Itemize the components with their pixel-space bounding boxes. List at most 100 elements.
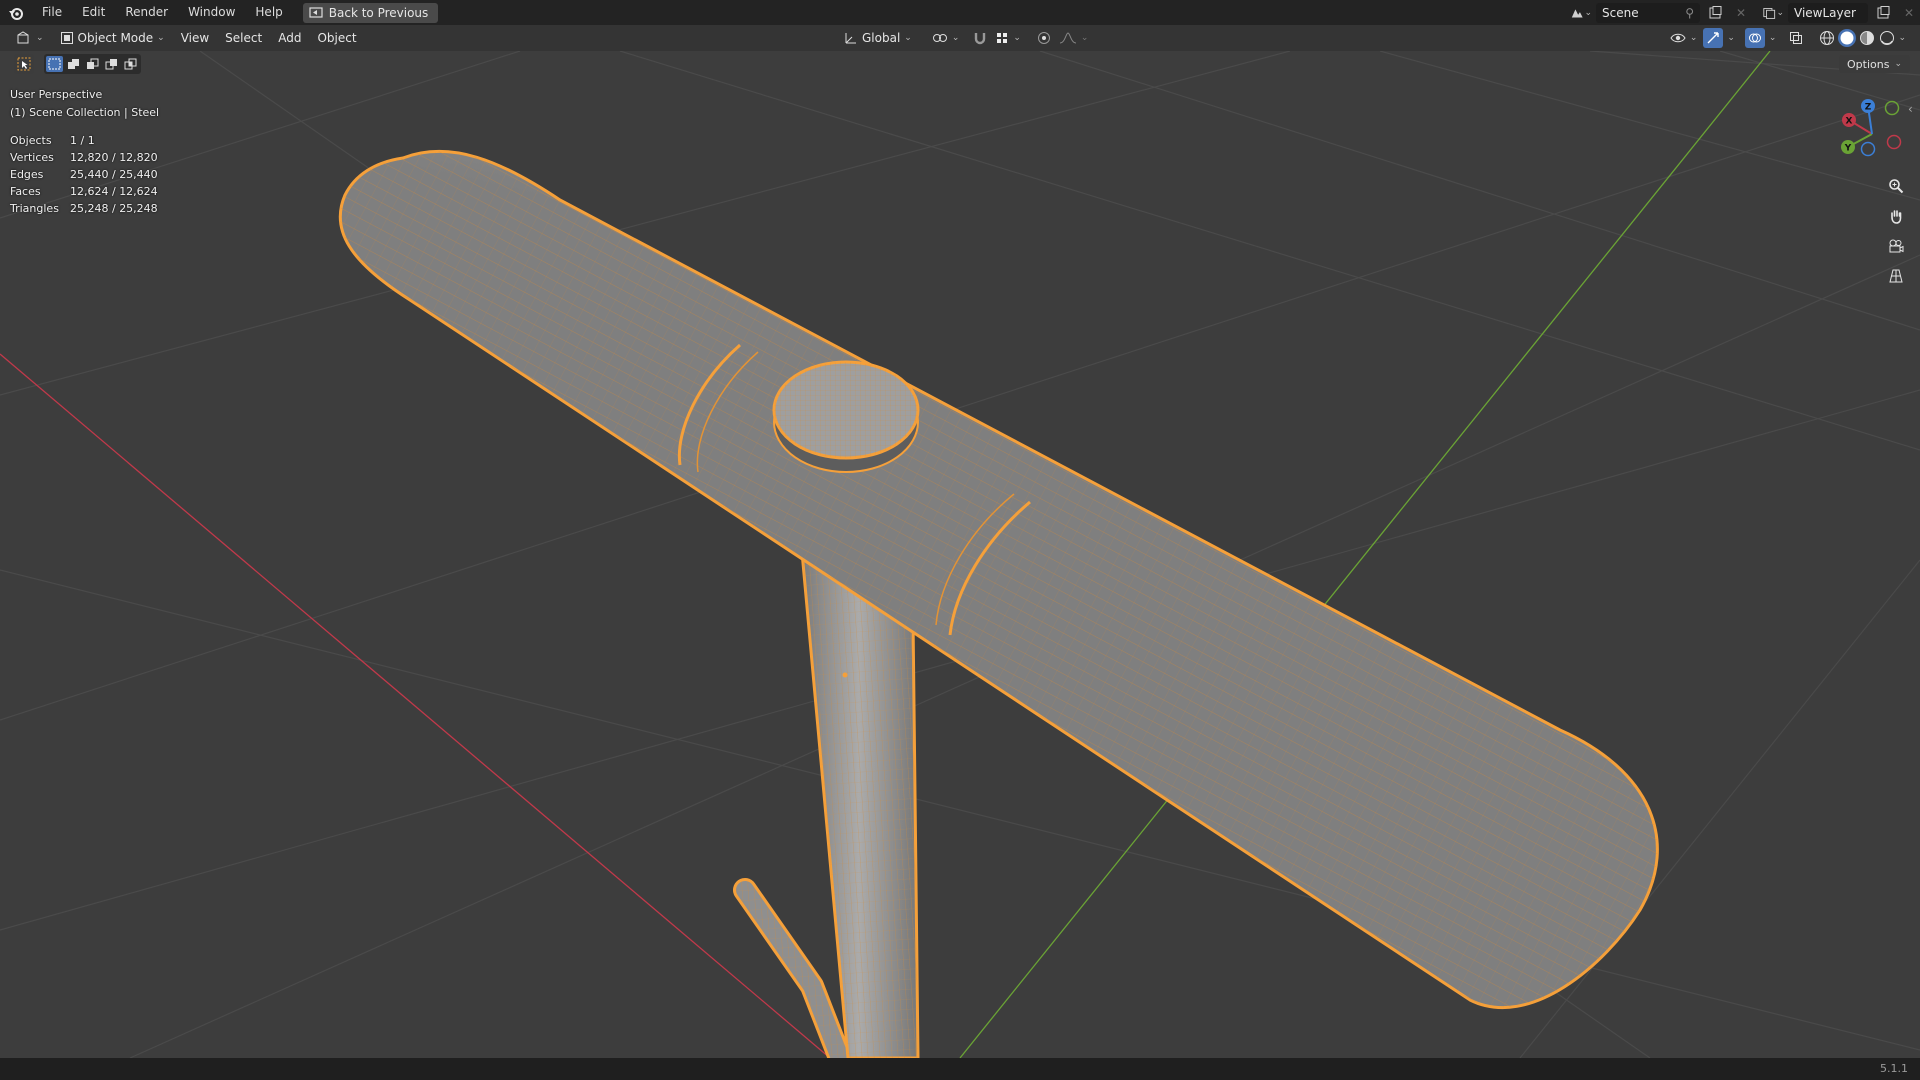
overlays-toggle[interactable] xyxy=(1744,28,1765,48)
tool-settings-row xyxy=(14,54,141,74)
viewport-3d[interactable] xyxy=(0,51,1920,1058)
gizmo-dropdown-chevron[interactable]: ⌄ xyxy=(1727,33,1735,43)
xray-toggle[interactable] xyxy=(1786,28,1806,48)
menu-file[interactable]: File xyxy=(32,0,72,25)
scene-name: Scene xyxy=(1602,5,1639,20)
magnet-icon xyxy=(975,33,986,45)
menu-edit[interactable]: Edit xyxy=(72,0,115,25)
visibility-dropdown[interactable]: ⌄ xyxy=(1668,28,1700,48)
viewport-header: ⌄ Object Mode ⌄ View Select Add Object G… xyxy=(0,25,1920,51)
options-dropdown[interactable]: Options ⌄ xyxy=(1839,55,1910,73)
select-intersect-icon[interactable] xyxy=(122,56,139,72)
menu-window[interactable]: Window xyxy=(178,0,245,25)
object-mode-dropdown[interactable]: Object Mode ⌄ xyxy=(52,28,173,48)
gizmo-y-label: Y xyxy=(1844,144,1852,154)
view-layer-selector[interactable]: ViewLayer xyxy=(1788,2,1868,23)
new-view-layer-icon[interactable] xyxy=(1872,3,1894,23)
stat-row: Edges 25,440 / 25,440 xyxy=(10,166,158,183)
snap-target-dropdown[interactable]: ⌄ xyxy=(993,28,1023,48)
blender-logo-icon[interactable] xyxy=(0,0,32,25)
neg-z-axis-handle[interactable] xyxy=(1860,141,1876,157)
stat-label: Objects xyxy=(10,134,52,147)
material-shading-icon[interactable] xyxy=(1858,29,1876,47)
xray-icon xyxy=(1790,32,1803,44)
remove-view-layer-icon[interactable]: ✕ xyxy=(1898,3,1920,23)
stat-row: Objects 1 / 1 xyxy=(10,132,158,149)
stat-label: Vertices xyxy=(10,151,54,164)
pan-hand-icon[interactable] xyxy=(1884,204,1908,228)
select-new-icon[interactable] xyxy=(46,56,63,72)
wireframe-shading-icon[interactable] xyxy=(1818,29,1836,47)
select-invert-icon[interactable] xyxy=(103,56,120,72)
transform-controls: Global ⌄ ⌄ ⌄ ⌄ xyxy=(836,28,1090,48)
back-button-label: Back to Previous xyxy=(328,5,429,20)
shading-mode-group: ⌄ xyxy=(1818,29,1906,47)
status-bar: 5.1.1 xyxy=(0,1058,1920,1080)
navigation-tools xyxy=(1884,174,1908,288)
menu-help[interactable]: Help xyxy=(245,0,292,25)
pivot-point-dropdown[interactable]: ⌄ xyxy=(924,28,968,48)
overlays-icon xyxy=(1748,33,1761,43)
falloff-curve-icon xyxy=(1059,32,1077,44)
gizmo-icon xyxy=(1707,32,1720,44)
stat-value: 12,820 / 12,820 xyxy=(70,151,158,164)
pin-icon[interactable]: ⚲ xyxy=(1685,3,1694,23)
gizmo-toggle[interactable] xyxy=(1703,28,1724,48)
editor-type-button[interactable]: ⌄ xyxy=(8,28,52,48)
gizmo-x-label: X xyxy=(1846,117,1853,127)
snap-toggle[interactable] xyxy=(971,28,989,48)
menu-add[interactable]: Add xyxy=(270,28,309,48)
stat-row: Triangles 25,248 / 25,248 xyxy=(10,200,158,217)
overlays-dropdown-chevron[interactable]: ⌄ xyxy=(1769,33,1777,43)
screen-back-icon xyxy=(309,6,323,18)
view-layer-icon[interactable]: ⌄ xyxy=(1762,3,1784,23)
menu-object[interactable]: Object xyxy=(309,28,364,48)
remove-scene-icon[interactable]: ✕ xyxy=(1730,3,1752,23)
viewport-display-controls: ⌄ ⌄ ⌄ ⌄ xyxy=(1668,28,1906,48)
cursor-arrow-icon xyxy=(17,57,31,71)
stat-label: Triangles xyxy=(10,202,59,215)
orientation-label: Global xyxy=(862,31,901,45)
selection-mode-group xyxy=(44,54,141,74)
neg-x-axis-handle[interactable] xyxy=(1886,134,1902,150)
scene-icon[interactable]: ⌄ xyxy=(1570,3,1592,23)
scene-selector[interactable]: Scene ⚲ xyxy=(1596,2,1700,23)
menu-view[interactable]: View xyxy=(173,28,217,48)
view-name-label: User Perspective xyxy=(10,88,103,101)
stat-label: Faces xyxy=(10,185,41,198)
camera-view-icon[interactable] xyxy=(1884,234,1908,258)
stat-row: Faces 12,624 / 12,624 xyxy=(10,183,158,200)
object-mode-label: Object Mode xyxy=(77,31,154,45)
perspective-grid-icon[interactable] xyxy=(1884,264,1908,288)
menu-render[interactable]: Render xyxy=(115,0,178,25)
select-tool-button[interactable] xyxy=(14,54,34,74)
version-label: 5.1.1 xyxy=(1880,1062,1908,1075)
neg-y-axis-handle[interactable] xyxy=(1884,100,1900,116)
orientation-dropdown[interactable]: Global ⌄ xyxy=(836,28,920,48)
stat-value: 25,440 / 25,440 xyxy=(70,168,158,181)
menu-select[interactable]: Select xyxy=(217,28,270,48)
proportional-edit-toggle[interactable] xyxy=(1035,28,1053,48)
select-extend-icon[interactable] xyxy=(65,56,82,72)
snap-grid-icon xyxy=(997,33,1008,43)
zoom-icon[interactable] xyxy=(1884,174,1908,198)
sidebar-toggle-arrow[interactable]: ‹ xyxy=(1908,102,1913,116)
navigation-gizmo[interactable]: X Y Z xyxy=(1830,92,1910,172)
falloff-dropdown[interactable]: ⌄ xyxy=(1057,28,1091,48)
select-subtract-icon[interactable] xyxy=(84,56,101,72)
view-layer-name: ViewLayer xyxy=(1794,5,1856,20)
stat-label: Edges xyxy=(10,168,44,181)
new-scene-icon[interactable] xyxy=(1704,3,1726,23)
proportional-icon xyxy=(1037,32,1050,44)
scene-statistics: Objects 1 / 1 Vertices 12,820 / 12,820 E… xyxy=(10,132,158,217)
object-mode-icon xyxy=(60,32,73,44)
back-to-previous-button[interactable]: Back to Previous xyxy=(302,2,439,23)
stat-row: Vertices 12,820 / 12,820 xyxy=(10,149,158,166)
shading-dropdown-chevron[interactable]: ⌄ xyxy=(1898,33,1906,43)
options-label: Options xyxy=(1847,57,1890,71)
rendered-shading-icon[interactable] xyxy=(1878,29,1896,47)
link-icon xyxy=(932,34,947,42)
gizmo-z-label: Z xyxy=(1865,103,1872,113)
editor-type-icon xyxy=(17,31,29,44)
solid-shading-icon[interactable] xyxy=(1838,29,1857,47)
